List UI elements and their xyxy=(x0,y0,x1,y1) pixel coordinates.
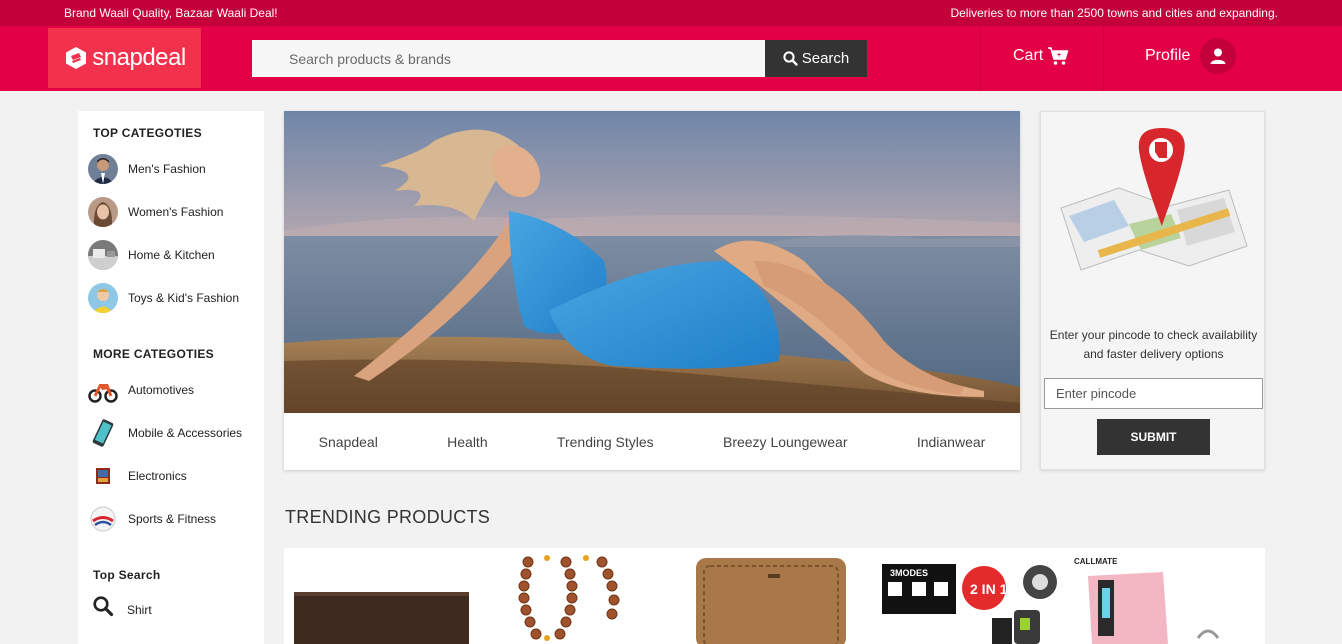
pincode-submit-button[interactable]: SUBMIT xyxy=(1097,419,1210,455)
home-kitchen-thumb xyxy=(88,240,118,270)
sports-ball-icon xyxy=(88,504,118,534)
map-pin-icon xyxy=(1060,128,1248,271)
more-categories-heading: MORE CATEGOTIES xyxy=(93,347,214,361)
delivery-text: Deliveries to more than 2500 towns and c… xyxy=(950,6,1278,20)
sidebar-item-home-kitchen[interactable]: Home & Kitchen xyxy=(88,239,215,271)
trending-products-title: TRENDING PRODUCTS xyxy=(285,507,491,527)
search-icon xyxy=(783,51,798,66)
product-card-leather-wallet[interactable] xyxy=(676,548,872,644)
search-button[interactable]: Search xyxy=(765,40,867,77)
cart-button[interactable]: Cart + xyxy=(1013,46,1069,66)
sidebar-item-shirt[interactable]: Shirt xyxy=(88,594,152,626)
profile-label: Profile xyxy=(1145,47,1191,64)
sidebar-item-label: Shirt xyxy=(127,603,152,617)
category-sidebar: TOP CATEGOTIES Men's Fashion Women's Fas… xyxy=(78,111,264,644)
sidebar-item-womens-fashion[interactable]: Women's Fashion xyxy=(88,196,223,228)
promo-text: Brand Waali Quality, Bazaar Waali Deal! xyxy=(64,6,278,20)
sidebar-item-automotives[interactable]: Automotives xyxy=(88,374,194,406)
banner-image[interactable] xyxy=(284,111,1020,413)
pincode-panel: Enter your pincode to check availability… xyxy=(1040,111,1265,470)
sidebar-item-toys-kids[interactable]: Toys & Kid's Fashion xyxy=(88,282,239,314)
hero-banner[interactable]: Snapdeal Health Trending Styles Breezy L… xyxy=(284,111,1020,470)
tab-health[interactable]: Health xyxy=(447,434,487,450)
cart-label: Cart xyxy=(1013,47,1044,64)
product-badge-brand: CALLMATE xyxy=(1074,557,1118,566)
search-button-label: Search xyxy=(801,50,850,67)
product-badge-modes: 3MODES xyxy=(890,568,928,578)
tab-indianwear[interactable]: Indianwear xyxy=(917,434,986,450)
pincode-input[interactable] xyxy=(1044,378,1263,409)
sidebar-item-label: Mobile & Accessories xyxy=(128,426,243,440)
profile-button[interactable]: Profile xyxy=(1145,38,1237,74)
product-card-rudraksha[interactable] xyxy=(480,548,676,644)
product-card-power-bank[interactable]: CALLMATE xyxy=(1068,548,1265,644)
motorbike-icon xyxy=(88,375,118,405)
womens-fashion-thumb xyxy=(88,197,118,227)
svg-text:+: + xyxy=(1057,52,1061,59)
search-input[interactable] xyxy=(252,40,765,77)
cart-icon: + xyxy=(1048,47,1069,65)
pincode-description: Enter your pincode to check availability… xyxy=(1049,328,1258,361)
electronics-icon xyxy=(88,461,118,491)
snapdeal-logo[interactable]: snapdeal xyxy=(48,28,201,88)
sidebar-item-label: Automotives xyxy=(128,383,195,397)
sidebar-item-mobile[interactable]: Mobile & Accessories xyxy=(88,417,242,449)
header-divider xyxy=(1103,26,1104,91)
sidebar-item-label: Electronics xyxy=(128,469,187,483)
sidebar-item-label: Sports & Fitness xyxy=(128,512,217,526)
sidebar-item-sports[interactable]: Sports & Fitness xyxy=(88,503,216,535)
logo-text: snapdeal xyxy=(92,44,186,71)
sidebar-item-label: Women's Fashion xyxy=(128,205,224,219)
snapdeal-logo-icon xyxy=(66,47,87,69)
tab-breezy-loungewear[interactable]: Breezy Loungewear xyxy=(723,434,848,450)
sidebar-item-label: Men's Fashion xyxy=(128,162,206,176)
header-divider xyxy=(980,26,981,91)
mobile-icon xyxy=(88,418,118,448)
user-icon xyxy=(1210,48,1226,64)
promo-strip: Brand Waali Quality, Bazaar Waali Deal! … xyxy=(0,0,1342,26)
top-search-heading: Top Search xyxy=(93,568,161,582)
sidebar-item-electronics[interactable]: Electronics xyxy=(88,460,187,492)
header: snapdeal Search Cart + Profile xyxy=(0,26,1342,91)
avatar xyxy=(1200,38,1237,74)
toys-kids-thumb xyxy=(88,283,118,313)
tab-trending-styles[interactable]: Trending Styles xyxy=(557,434,654,450)
tab-snapdeal[interactable]: Snapdeal xyxy=(319,434,378,450)
product-badge-combo: 2 IN 1 xyxy=(970,581,1008,597)
banner-tabs: Snapdeal Health Trending Styles Breezy L… xyxy=(284,413,1020,470)
sidebar-item-label: Home & Kitchen xyxy=(128,248,215,262)
trending-products-strip: 3MODES 2 IN 1 CALLMATE xyxy=(284,548,1265,644)
mens-fashion-thumb xyxy=(88,154,118,184)
product-card-wallet[interactable] xyxy=(284,548,480,644)
sidebar-item-mens-fashion[interactable]: Men's Fashion xyxy=(88,153,206,185)
search-icon xyxy=(92,595,116,625)
sidebar-item-label: Toys & Kid's Fashion xyxy=(128,291,240,305)
product-card-trimmer[interactable]: 3MODES 2 IN 1 xyxy=(872,548,1068,644)
top-categories-heading: TOP CATEGOTIES xyxy=(93,126,202,140)
